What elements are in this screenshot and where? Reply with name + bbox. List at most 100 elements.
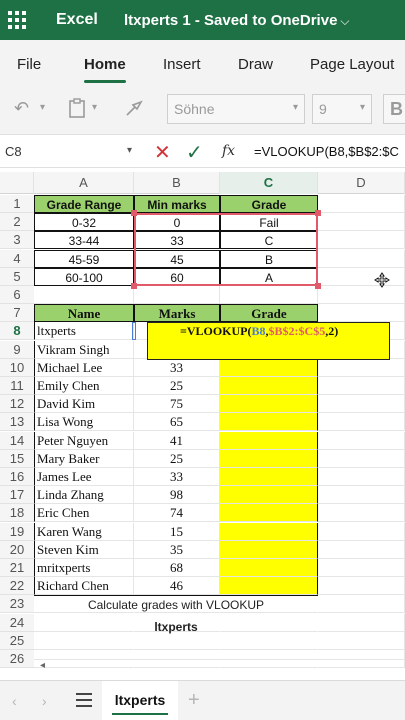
table-row-grade[interactable] [220,359,318,377]
table-cell[interactable] [220,632,318,650]
previous-sheet-icon[interactable]: ‹ [12,693,17,709]
row-header[interactable]: 10 [0,359,34,377]
table-cell[interactable] [318,577,405,595]
table-row-name[interactable]: Lisa Wong [34,413,134,431]
table-row-grade[interactable] [220,486,318,504]
formula-input[interactable]: =VLOOKUP(B8,$B$2:$C [254,144,399,159]
range-handle[interactable] [315,210,321,216]
table-cell[interactable] [318,486,405,504]
table-row-marks[interactable]: 33 [134,468,220,486]
table-cell[interactable] [318,541,405,559]
sheet-tab-ltxperts[interactable]: ltxperts [102,681,178,720]
table-header-cell[interactable]: Grade Range [34,195,134,213]
row-header[interactable]: 21 [0,559,34,577]
row-header[interactable]: 19 [0,523,34,541]
row-header[interactable]: 11 [0,377,34,395]
enter-formula-button[interactable]: ✓ [186,140,203,165]
table-cell[interactable] [318,304,405,322]
table-row-marks[interactable]: 98 [134,486,220,504]
row-header[interactable]: 20 [0,541,34,559]
horizontal-scrollbar[interactable]: ◂ [34,659,405,673]
table-cell[interactable] [220,286,318,304]
table-cell[interactable] [318,450,405,468]
table-row-name[interactable]: Peter Nguyen [34,432,134,450]
table-row-name[interactable]: Emily Chen [34,377,134,395]
table-row-grade[interactable] [220,504,318,522]
table-row-marks[interactable]: 35 [134,541,220,559]
table-cell[interactable] [318,614,405,632]
tab-insert[interactable]: Insert [163,56,201,73]
table-cell[interactable]: 33-44 [34,231,134,249]
table-cell[interactable] [318,559,405,577]
table-cell[interactable] [34,632,134,650]
font-size-select[interactable]: 9 ▾ [312,94,372,124]
table-cell[interactable] [318,213,405,231]
insert-function-button[interactable]: fx [222,143,235,159]
table-cell[interactable]: 45-59 [34,250,134,268]
sheet-list-icon[interactable] [76,693,92,707]
table-row-marks[interactable]: 65 [134,413,220,431]
row-header[interactable]: 24 [0,614,34,632]
cancel-formula-button[interactable]: ✕ [154,140,171,165]
row-header[interactable]: 2 [0,213,34,231]
table-header-cell[interactable]: Grade [220,304,318,322]
table-cell[interactable] [318,504,405,522]
table-row-name[interactable]: David Kim [34,395,134,413]
document-title[interactable]: ltxperts 1 - Saved to OneDrive ⌵ [124,12,350,29]
table-header-cell[interactable]: Min marks [134,195,220,213]
table-cell[interactable] [318,268,405,286]
table-cell[interactable] [318,250,405,268]
table-row-name[interactable]: Steven Kim [34,541,134,559]
table-cell[interactable] [318,359,405,377]
table-cell[interactable] [318,413,405,431]
select-all-corner[interactable] [0,172,34,194]
table-row-name[interactable]: Mary Baker [34,450,134,468]
table-cell[interactable] [318,595,405,613]
table-header-cell[interactable]: Name [34,304,134,322]
table-row-name[interactable]: Linda Zhang [34,486,134,504]
table-cell[interactable] [318,195,405,213]
table-row-grade[interactable] [220,413,318,431]
table-cell[interactable] [318,468,405,486]
table-cell[interactable]: 60-100 [34,268,134,286]
table-cell[interactable]: 0-32 [34,213,134,231]
format-painter-icon[interactable] [124,98,144,123]
table-row-marks[interactable]: 25 [134,450,220,468]
table-row-marks[interactable]: 46 [134,577,220,595]
table-cell[interactable] [318,523,405,541]
table-row-grade[interactable] [220,395,318,413]
table-row-grade[interactable] [220,541,318,559]
table-cell[interactable] [134,286,220,304]
row-header[interactable]: 18 [0,504,34,522]
row-header[interactable]: 26 [0,650,34,668]
table-cell[interactable] [318,632,405,650]
name-box[interactable]: C8 ▾ [0,135,140,168]
app-launcher-icon[interactable] [8,11,28,29]
table-cell[interactable] [318,377,405,395]
table-row-marks[interactable]: 33 [134,359,220,377]
column-header-b[interactable]: B [134,172,220,194]
table-cell[interactable] [134,632,220,650]
paste-icon[interactable] [68,98,86,123]
table-row-grade[interactable] [220,577,318,595]
range-handle[interactable] [131,283,137,289]
range-handle[interactable] [131,210,137,216]
table-header-cell[interactable]: Marks [134,304,220,322]
column-header-d[interactable]: D [318,172,405,194]
table-cell[interactable] [34,286,134,304]
row-header[interactable]: 14 [0,432,34,450]
table-row-marks[interactable]: 25 [134,377,220,395]
tab-page-layout[interactable]: Page Layout [310,56,394,73]
table-row-name[interactable]: Richard Chen [34,577,134,595]
row-header[interactable]: 3 [0,231,34,249]
row-header[interactable]: 12 [0,395,34,413]
column-header-a[interactable]: A [34,172,134,194]
table-header-cell[interactable]: Grade [220,195,318,213]
row-header[interactable]: 9 [0,341,34,359]
table-row-marks[interactable]: 75 [134,395,220,413]
row-header[interactable]: 5 [0,268,34,286]
table-cell[interactable] [318,286,405,304]
table-row-marks[interactable]: 15 [134,523,220,541]
table-cell[interactable] [318,432,405,450]
row-header[interactable]: 16 [0,468,34,486]
